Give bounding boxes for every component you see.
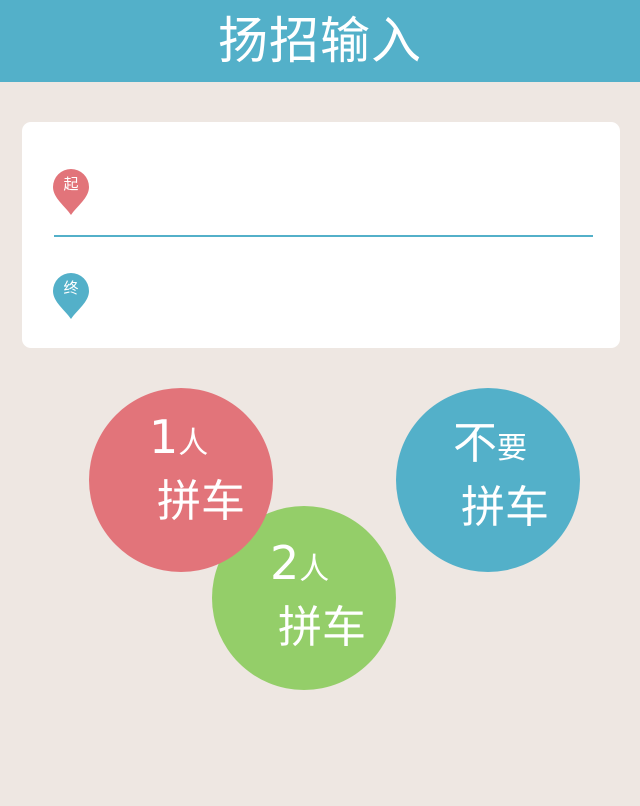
no-carpool-label: 拼车 [461, 482, 549, 533]
one-person-count: 1人 [149, 410, 209, 464]
app-header: 扬招输入 [0, 0, 640, 82]
no-carpool-title: 不要 [453, 418, 527, 469]
end-pin-icon: 终 [52, 272, 90, 320]
start-location-row[interactable]: 起 [22, 140, 620, 240]
no-carpool-button[interactable]: 不要 拼车 [396, 388, 580, 572]
end-pin-label: 终 [63, 279, 79, 297]
location-divider [54, 235, 593, 237]
two-person-count: 2人 [270, 536, 330, 590]
one-person-carpool-button[interactable]: 1人 拼车 [89, 388, 273, 572]
page-title: 扬招输入 [218, 12, 422, 70]
location-card: 起 终 [22, 122, 620, 348]
two-person-carpool-label: 拼车 [278, 602, 366, 653]
end-location-input[interactable] [106, 270, 586, 320]
start-pin-icon: 起 [52, 168, 90, 216]
end-location-row[interactable]: 终 [22, 244, 620, 344]
start-pin-label: 起 [63, 175, 79, 193]
start-location-input[interactable] [106, 166, 586, 216]
one-person-carpool-label: 拼车 [157, 476, 245, 527]
